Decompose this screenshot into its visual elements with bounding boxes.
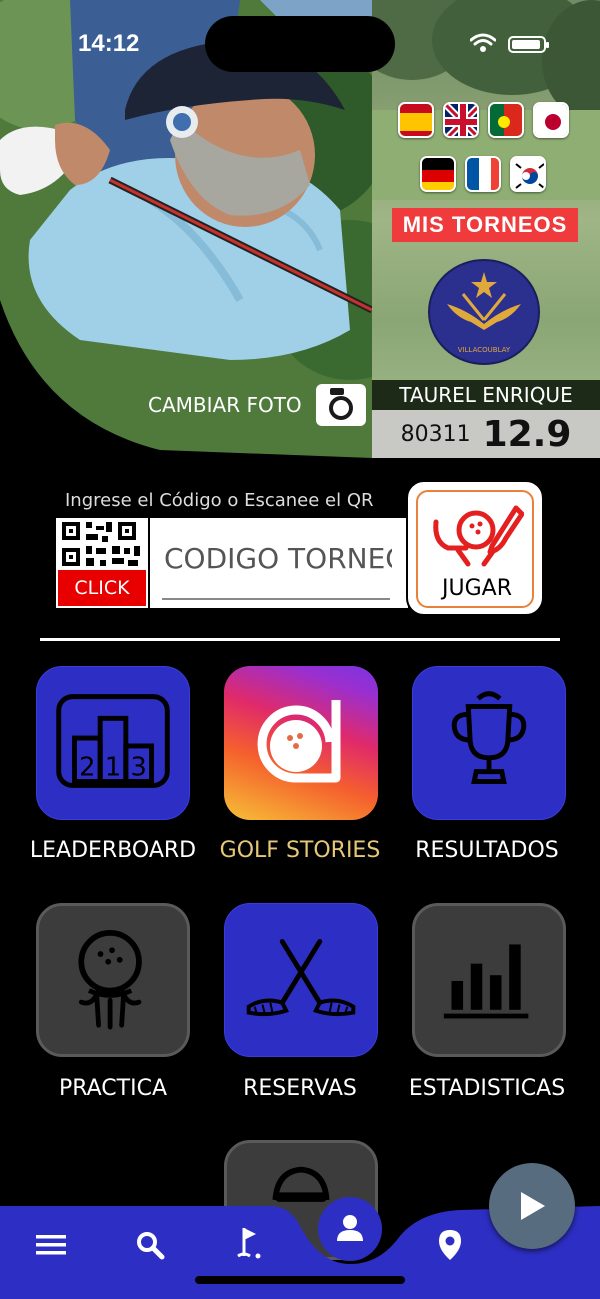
club-logo[interactable]: VILLACOUBLAY xyxy=(427,258,541,366)
play-fab-button[interactable] xyxy=(489,1163,575,1249)
search-icon[interactable] xyxy=(135,1230,165,1260)
flag-spain-icon[interactable] xyxy=(398,102,434,138)
camera-icon[interactable] xyxy=(315,384,366,426)
results-label: RESULTADOS xyxy=(415,838,559,863)
change-photo-button[interactable]: CAMBIAR FOTO xyxy=(148,384,366,426)
results-button[interactable] xyxy=(412,666,566,820)
player-stats: 80311 12.9 xyxy=(372,410,600,458)
golf-ball-tee-icon xyxy=(78,930,142,1030)
play-icon xyxy=(521,1192,545,1220)
player-id: 80311 xyxy=(400,421,471,447)
crossed-clubs-icon xyxy=(246,939,356,1017)
profile-button[interactable] xyxy=(318,1197,382,1261)
player-name: TAUREL ENRIQUE xyxy=(372,380,600,410)
player-handicap: 12.9 xyxy=(482,413,572,455)
input-underline xyxy=(162,598,390,600)
status-time: 14:12 xyxy=(78,30,140,57)
section-divider xyxy=(40,638,560,641)
trophy-icon xyxy=(451,691,527,784)
flag-france-icon[interactable] xyxy=(465,156,501,192)
flag-germany-icon[interactable] xyxy=(420,156,456,192)
practice-label: PRACTICA xyxy=(58,1076,168,1101)
entry-instruction: Ingrese el Código o Escanee el QR xyxy=(65,490,374,511)
leaderboard-label: LEADERBOARD xyxy=(29,838,197,863)
podium-second-digit: 2 xyxy=(79,753,95,783)
change-photo-label: CAMBIAR FOTO xyxy=(148,393,302,417)
divider xyxy=(148,518,150,608)
golf-ball-club-icon xyxy=(433,505,524,567)
practice-button[interactable] xyxy=(36,903,190,1057)
my-tournaments-button[interactable]: MIS TORNEOS xyxy=(392,208,578,242)
tournament-code-input[interactable] xyxy=(164,536,392,580)
tournament-code-box: CLICK xyxy=(56,518,408,608)
dynamic-island xyxy=(205,16,395,72)
flag-uk-icon[interactable] xyxy=(443,102,479,138)
flag-japan-icon[interactable] xyxy=(533,102,569,138)
podium-first-digit: 1 xyxy=(105,753,121,783)
statistics-button[interactable] xyxy=(412,903,566,1057)
profile-icon xyxy=(337,1215,363,1241)
leaderboard-button[interactable]: 2 1 3 xyxy=(36,666,190,820)
location-pin-icon[interactable] xyxy=(437,1228,463,1262)
club-logo-text: VILLACOUBLAY xyxy=(458,346,511,354)
player-panel: MIS TORNEOS VILLACOUBLAY TAUREL ENRIQUE … xyxy=(372,0,600,458)
golf-flag-icon[interactable] xyxy=(234,1226,266,1260)
profile-header: CAMBIAR FOTO MIS TORNEOS VILLACOUBLAY TA… xyxy=(0,0,600,458)
podium-third-digit: 3 xyxy=(130,753,146,783)
bar-chart-icon xyxy=(443,944,529,1019)
play-button-frame: JUGAR xyxy=(416,490,534,608)
golf-stories-button[interactable] xyxy=(224,666,378,820)
golf-stories-label: GOLF STORIES xyxy=(219,838,381,863)
wifi-icon xyxy=(470,33,496,52)
reservations-button[interactable] xyxy=(224,903,378,1057)
play-label: JUGAR xyxy=(442,576,512,601)
qr-code-icon[interactable] xyxy=(56,518,146,570)
menu-icon[interactable] xyxy=(36,1233,66,1257)
statistics-label: ESTADISTICAS xyxy=(408,1076,566,1101)
scan-qr-button[interactable]: CLICK xyxy=(58,570,146,606)
reservations-label: RESERVAS xyxy=(243,1076,357,1101)
flag-korea-icon[interactable] xyxy=(510,156,546,192)
flag-portugal-icon[interactable] xyxy=(488,102,524,138)
home-indicator xyxy=(195,1276,405,1284)
battery-full-icon xyxy=(508,36,549,53)
podium-icon: 2 1 3 xyxy=(56,694,170,788)
golf-stories-icon xyxy=(257,700,341,783)
play-button[interactable]: JUGAR xyxy=(406,480,544,616)
